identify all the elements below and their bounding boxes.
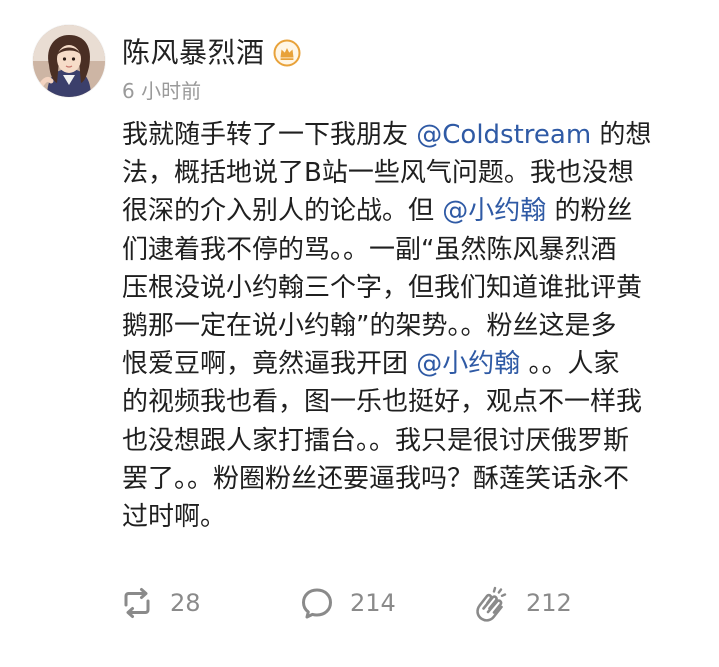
post-content: 我就随手转了一下我朋友 @Coldstream 的想法，概括地说了B站一些风气问… [122,116,702,536]
post-text: 罢了。。粉圈粉丝还要逼我吗？酥莲笑话永不 [122,463,630,494]
post-text: 恨爱豆啊，竟然逼我开团 [122,349,417,380]
content-line: 很深的介入别人的论战。但 @小约翰 的粉丝 [122,192,702,230]
clap-like-icon [476,586,507,622]
content-line: 们逮着我不停的骂。。一副“虽然陈风暴烈酒 [122,231,702,269]
content-line: 法，概括地说了B站一些风气问题。我也没想 [122,154,702,192]
post-text: 法，概括地说了B站一些风气问题。我也没想 [122,158,634,189]
comment-icon [302,588,332,619]
content-line: 的视频我也看，图一乐也挺好，观点不一样我 [122,383,702,421]
like-button[interactable]: 212 [470,583,572,623]
content-line: 压根没说小约翰三个字，但我们知道谁批评黄 [122,269,702,307]
user-mention-link[interactable]: @小约翰 [416,349,520,379]
post-text: 我就随手转了一下我朋友 [122,120,417,150]
comment-count: 214 [350,589,396,617]
author-row: 陈风暴烈酒 [122,31,301,75]
content-line: 过时啊。 [122,498,702,536]
content-line: 鹅那一定在说小约翰”的架势。。粉丝这是多 [122,307,702,345]
post-text: 很深的介入别人的论战。但 [122,196,443,227]
user-mention-link[interactable]: @Coldstream [416,120,591,150]
action-bar: 28 214 212 [118,583,638,623]
like-count: 212 [526,589,572,617]
post-text: 们逮着我不停的骂。。一副“虽然陈风暴烈酒 [122,234,617,265]
post-text: 的想 [591,120,652,150]
post-text: 的粉丝 [546,196,633,227]
post-text: 鹅那一定在说小约翰”的架势。。粉丝这是多 [122,310,617,341]
repost-button[interactable]: 28 [118,583,201,623]
post-text: 也没想跟人家打擂台。。我只是很讨厌俄罗斯 [122,425,630,456]
author-name[interactable]: 陈风暴烈酒 [122,31,265,75]
weibo-post: 陈风暴烈酒 6 小时前 我就随手转了一下我朋友 @Coldstream 的想法，… [0,0,719,667]
repost-count: 28 [170,589,201,617]
repost-icon [124,588,150,618]
content-line: 罢了。。粉圈粉丝还要逼我吗？酥莲笑话永不 [122,460,702,498]
content-line: 恨爱豆啊，竟然逼我开团 @小约翰 。。人家 [122,345,702,383]
vip-crown-icon[interactable] [273,39,301,67]
comment-button[interactable]: 214 [298,583,396,623]
user-mention-link[interactable]: @小约翰 [442,196,546,226]
avatar-image-icon [33,25,105,97]
avatar[interactable] [33,25,105,97]
post-text: 。。人家 [520,349,620,380]
content-line: 也没想跟人家打擂台。。我只是很讨厌俄罗斯 [122,422,702,460]
content-line: 我就随手转了一下我朋友 @Coldstream 的想 [122,116,702,154]
post-text: 过时啊。 [122,501,227,532]
post-text: 压根没说小约翰三个字，但我们知道谁批评黄 [122,272,643,303]
post-timestamp: 6 小时前 [122,79,202,103]
post-text: 的视频我也看，图一乐也挺好，观点不一样我 [122,387,643,418]
